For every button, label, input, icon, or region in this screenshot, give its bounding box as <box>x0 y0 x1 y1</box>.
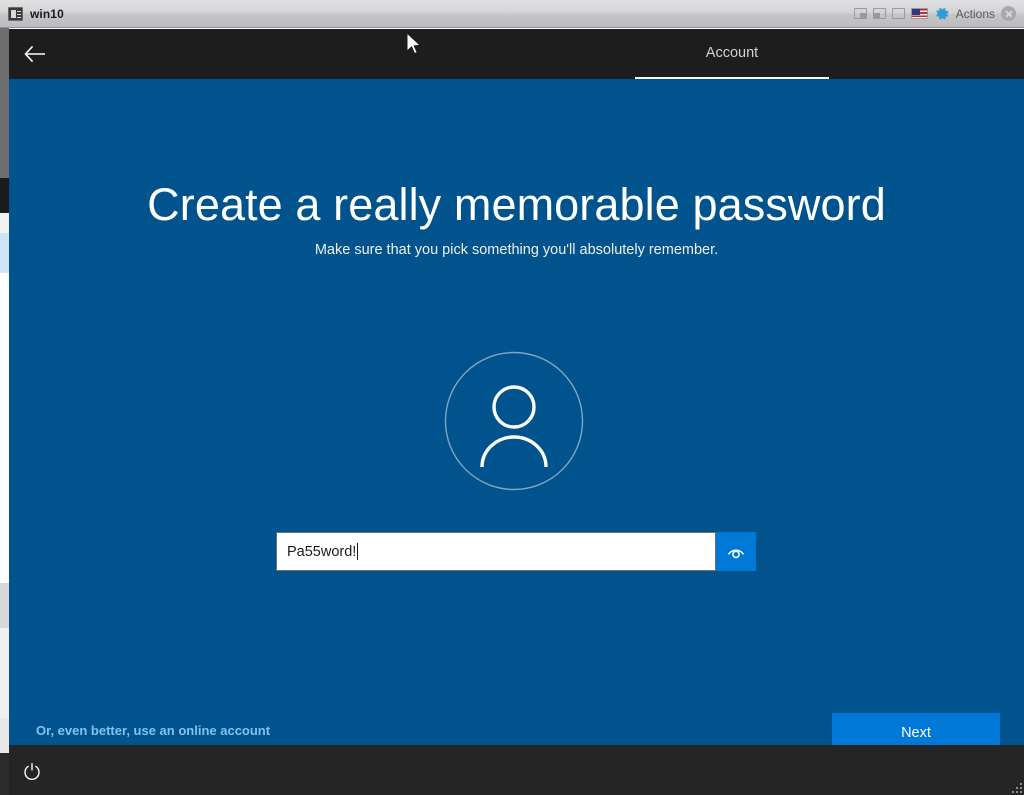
actions-menu-label[interactable]: Actions <box>956 7 995 21</box>
restore-icon[interactable] <box>872 8 886 19</box>
maximize-icon[interactable] <box>891 8 905 19</box>
window-title: win10 <box>30 6 64 21</box>
titlebar-right-group: Actions <box>853 6 1024 22</box>
vm-screen: Account Create a really memorable passwo… <box>9 29 1024 795</box>
power-icon <box>24 763 40 780</box>
oobe-header-bar: Account <box>9 29 1024 79</box>
text-caret <box>357 543 359 560</box>
resize-grip[interactable] <box>1010 781 1022 793</box>
minimize-icon[interactable] <box>853 8 867 19</box>
window-titlebar[interactable]: win10 Actions <box>0 0 1024 28</box>
page-subtitle: Make sure that you pick something you'll… <box>314 242 719 258</box>
keyboard-layout-flag-icon[interactable] <box>910 8 928 19</box>
password-row: Pa55word! <box>276 532 756 571</box>
vm-window: win10 Actions Account Create a really me… <box>0 0 1024 795</box>
oobe-content-area: Create a really memorable password Make … <box>9 79 1024 753</box>
password-input[interactable]: Pa55word! <box>276 532 716 571</box>
online-account-link[interactable]: Or, even better, use an online account <box>36 723 270 738</box>
back-arrow-icon <box>24 45 45 63</box>
monitor-icon <box>8 6 23 21</box>
close-icon[interactable] <box>1001 6 1016 21</box>
password-input-value: Pa55word! <box>287 543 357 560</box>
gear-icon[interactable] <box>934 6 950 22</box>
tab-account-label: Account <box>705 45 759 61</box>
user-avatar-icon <box>444 351 584 491</box>
titlebar-left-group: win10 <box>0 6 64 21</box>
mouse-cursor <box>405 31 423 63</box>
power-button[interactable] <box>19 758 45 784</box>
back-button[interactable] <box>15 37 55 71</box>
tab-account[interactable]: Account <box>635 29 829 79</box>
avatar <box>444 351 584 491</box>
page-title: Create a really memorable password <box>147 179 886 230</box>
oobe-footer-bar <box>9 745 1024 795</box>
reveal-password-button[interactable] <box>716 532 756 571</box>
eye-reveal-icon <box>727 548 745 558</box>
